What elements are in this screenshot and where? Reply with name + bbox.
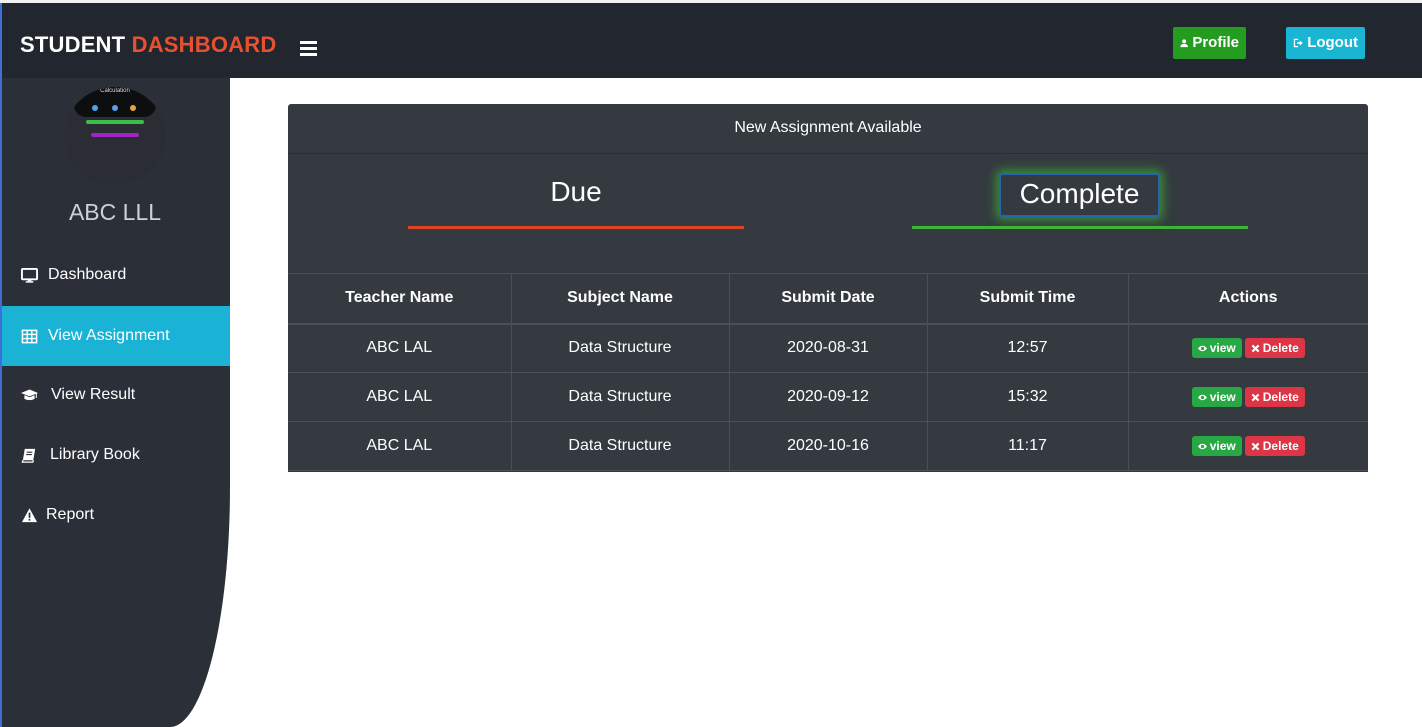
sidebar-item-label: View Result bbox=[51, 386, 136, 403]
cell-time: 11:17 bbox=[927, 421, 1129, 471]
user-icon bbox=[1180, 39, 1188, 48]
view-button[interactable]: view bbox=[1191, 436, 1242, 456]
cell-teacher: ABC LAL bbox=[288, 323, 512, 373]
avatar-caption: Calculation bbox=[100, 88, 130, 94]
table-header-row: Teacher Name Subject Name Submit Date Su… bbox=[288, 273, 1368, 325]
delete-button[interactable]: Delete bbox=[1244, 436, 1305, 456]
sidebar-item-label: Library Book bbox=[50, 446, 140, 463]
cell-time: 15:32 bbox=[927, 372, 1129, 422]
column-header-subject: Subject Name bbox=[511, 273, 730, 325]
profile-button[interactable]: Profile bbox=[1173, 27, 1246, 59]
sidebar-item-view-result[interactable]: View Result bbox=[0, 365, 230, 425]
delete-button[interactable]: Delete bbox=[1244, 387, 1305, 407]
profile-label: Profile bbox=[1192, 34, 1239, 51]
cell-date: 2020-08-31 bbox=[729, 323, 928, 373]
sign-out-icon bbox=[1293, 38, 1303, 48]
close-icon bbox=[1251, 393, 1260, 401]
assignment-table: Teacher Name Subject Name Submit Date Su… bbox=[288, 273, 1368, 471]
complete-tab[interactable]: Complete bbox=[999, 173, 1160, 217]
sidebar-item-report[interactable]: Report bbox=[0, 485, 230, 545]
cell-actions: view Delete bbox=[1128, 421, 1368, 471]
sidebar-item-view-assignment[interactable]: View Assignment bbox=[0, 306, 230, 366]
left-edge bbox=[0, 3, 2, 727]
monitor-icon bbox=[20, 266, 38, 284]
table-row: ABC LAL Data Structure 2020-08-31 12:57 … bbox=[288, 323, 1368, 373]
assignment-panel: New Assignment Available Due Complete Te… bbox=[288, 104, 1368, 472]
logout-label: Logout bbox=[1307, 34, 1358, 51]
view-button[interactable]: view bbox=[1191, 338, 1242, 359]
menu-toggle-icon[interactable] bbox=[300, 41, 317, 56]
cell-subject: Data Structure bbox=[511, 421, 730, 471]
username: ABC LLL bbox=[68, 199, 162, 225]
cell-teacher: ABC LAL bbox=[288, 372, 512, 422]
close-icon bbox=[1251, 442, 1260, 450]
brand-first-word: STUDENT bbox=[20, 32, 126, 57]
column-header-date: Submit Date bbox=[729, 273, 928, 325]
complete-underline bbox=[912, 226, 1248, 229]
table-row: ABC LAL Data Structure 2020-09-12 15:32 … bbox=[288, 372, 1368, 422]
cell-actions: view Delete bbox=[1128, 323, 1368, 373]
cell-actions: view Delete bbox=[1128, 372, 1368, 422]
warning-icon bbox=[20, 506, 38, 524]
sidebar-item-dashboard[interactable]: Dashboard bbox=[0, 245, 230, 305]
cell-date: 2020-09-12 bbox=[729, 372, 928, 422]
panel-heading: New Assignment Available bbox=[288, 104, 1368, 154]
table-row: ABC LAL Data Structure 2020-10-16 11:17 … bbox=[288, 421, 1368, 471]
avatar[interactable]: Calculation bbox=[64, 87, 166, 185]
eye-icon bbox=[1197, 345, 1207, 351]
close-icon bbox=[1251, 344, 1260, 353]
delete-button[interactable]: Delete bbox=[1244, 338, 1305, 359]
cell-date: 2020-10-16 bbox=[729, 421, 928, 471]
cell-time: 12:57 bbox=[927, 323, 1129, 373]
eye-icon bbox=[1197, 394, 1207, 400]
sidebar: Calculation ABC LLL Dashboard View Assig… bbox=[0, 78, 230, 727]
sidebar-item-label: Report bbox=[46, 506, 95, 523]
brand-title: STUDENT DASHBOARD bbox=[20, 32, 276, 58]
brand-second-word: DASHBOARD bbox=[131, 32, 277, 57]
sidebar-item-library-book[interactable]: Library Book bbox=[0, 425, 230, 485]
view-button[interactable]: view bbox=[1191, 387, 1242, 407]
logout-button[interactable]: Logout bbox=[1286, 27, 1365, 59]
due-underline bbox=[408, 226, 744, 229]
cell-subject: Data Structure bbox=[511, 323, 730, 373]
column-header-teacher: Teacher Name bbox=[288, 273, 512, 325]
column-header-time: Submit Time bbox=[927, 273, 1129, 325]
table-icon bbox=[20, 327, 38, 345]
cell-teacher: ABC LAL bbox=[288, 421, 512, 471]
cell-subject: Data Structure bbox=[511, 372, 730, 422]
sidebar-item-label: Dashboard bbox=[48, 266, 127, 283]
eye-icon bbox=[1197, 443, 1207, 449]
sidebar-item-label: View Assignment bbox=[48, 327, 170, 344]
graduation-cap-icon bbox=[20, 386, 38, 404]
book-icon bbox=[20, 446, 38, 464]
top-navbar: STUDENT DASHBOARD Profile Logout bbox=[0, 3, 1422, 78]
column-header-actions: Actions bbox=[1128, 273, 1368, 325]
due-tab[interactable]: Due bbox=[408, 176, 744, 208]
